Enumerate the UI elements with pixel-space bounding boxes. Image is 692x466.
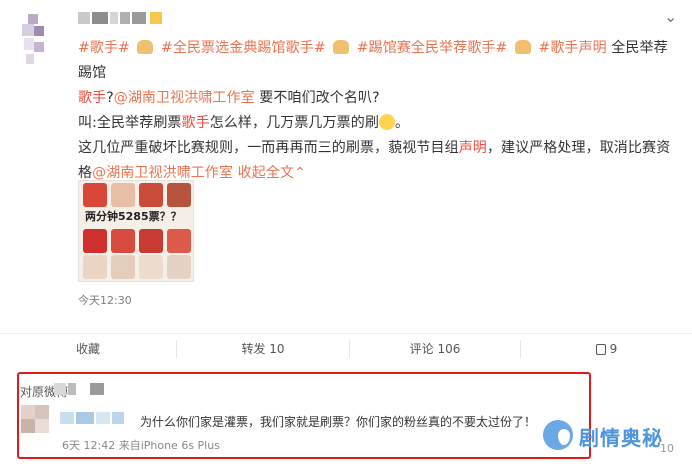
watermark-text: 剧情奥秘	[579, 426, 663, 450]
post-time[interactable]: 今天12:30	[78, 292, 132, 308]
watermark-logo-icon	[543, 420, 573, 450]
comment-label: 评论 106	[409, 342, 461, 356]
like-count: 9	[609, 342, 618, 356]
mention-link[interactable]: @湖南卫视洪啸工作室	[114, 90, 255, 106]
post-text: #歌手# #全民票选金典踢馆歌手# #踢馆赛全民举荐歌手# #歌手声明 全民举荐…	[78, 36, 678, 186]
collect-button[interactable]: 收藏	[0, 334, 176, 364]
post-text-fragment: ?	[106, 90, 114, 106]
comment-button[interactable]: 评论 106	[350, 334, 520, 364]
pray-emoji-icon	[333, 40, 350, 54]
post-line-4: 这几位严重破坏比赛规则，一而再再而三的刷票，藐视节目组声明，建议严格处理，取消比…	[78, 136, 678, 161]
collapse-text-link[interactable]: 收起全文	[233, 165, 294, 181]
keyword-highlight: 歌手	[181, 115, 210, 131]
commenter-name[interactable]	[60, 412, 130, 424]
pray-emoji-icon	[514, 40, 531, 54]
image-caption: 两分钟5285票？？	[85, 210, 182, 223]
mention-link[interactable]: @湖南卫视洪啸工作室	[92, 165, 233, 181]
post-text-fragment: 要不咱们改个名叭?	[254, 90, 380, 106]
hashtag-link[interactable]: #歌手声明	[538, 40, 606, 56]
post-line-3: 叫:全民举荐刷票歌手怎么样，几万票几万票的刷。	[78, 111, 678, 136]
post-image[interactable]: 两分钟5285票？？	[78, 180, 194, 282]
collect-label: 收藏	[75, 342, 100, 356]
post-text-fragment: 怎么样，几万票几万票的刷	[209, 115, 379, 131]
forward-button[interactable]: 转发 10	[177, 334, 349, 364]
thumbs-up-icon	[595, 344, 606, 355]
watermark: 剧情奥秘	[537, 418, 687, 456]
post-line-2: 歌手?@湖南卫视洪啸工作室 要不咱们改个名叭?	[78, 86, 678, 111]
keyword-highlight: 声明	[458, 140, 487, 156]
comment-text: 为什么你们家是灌票，我们家就是刷票？你们家的粉丝真的不要太过份了！	[140, 415, 537, 429]
chevron-down-icon[interactable]: ⌄	[664, 9, 678, 25]
keyword-highlight: 歌手	[78, 90, 107, 106]
redacted-text	[54, 383, 108, 395]
pray-emoji-icon	[137, 40, 154, 54]
avatar[interactable]	[22, 14, 56, 66]
doge-emoji-icon	[378, 114, 395, 130]
username[interactable]	[78, 12, 170, 26]
hashtag-link[interactable]: #全民票选金典踢馆歌手#	[161, 40, 326, 56]
post-text-fragment: ，建议严格处理，取消比赛资	[486, 140, 671, 156]
post-text-fragment: 格	[78, 165, 93, 181]
hashtag-link[interactable]: #踢馆赛全民举荐歌手#	[357, 40, 508, 56]
post-text-fragment: 。	[394, 115, 410, 131]
action-bar: 收藏 转发 10 评论 106 9	[0, 333, 692, 364]
comment-time: 6天 12:42 来自iPhone 6s Plus	[62, 439, 220, 452]
commenter-avatar[interactable]	[21, 405, 51, 435]
forward-label: 转发 10	[241, 342, 285, 356]
post-text-fragment: 这几位严重破坏比赛规则，一而再再而三的刷票，藐视节目组	[78, 140, 459, 156]
chevron-up-icon[interactable]: ⌃	[294, 165, 306, 181]
post-line-1: #歌手# #全民票选金典踢馆歌手# #踢馆赛全民举荐歌手# #歌手声明 全民举荐…	[78, 36, 678, 86]
post-text-fragment: 叫:全民举荐刷票	[78, 115, 182, 131]
hashtag-link[interactable]: #歌手#	[78, 40, 130, 56]
like-button[interactable]: 9	[521, 334, 692, 364]
